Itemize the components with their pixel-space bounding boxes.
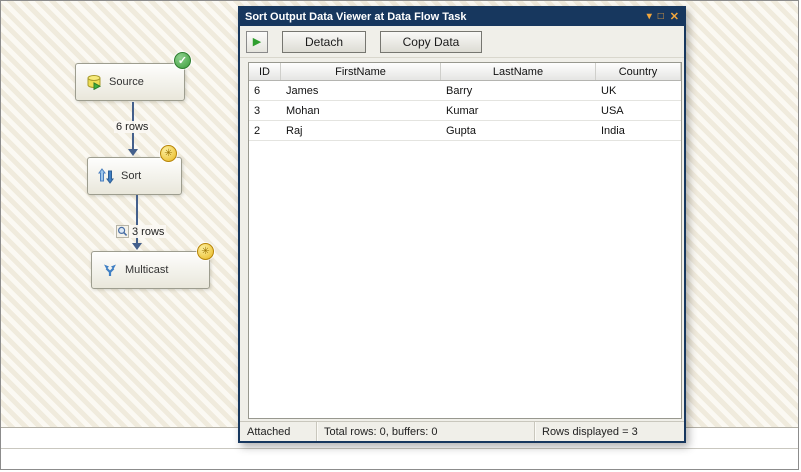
database-source-icon — [86, 74, 102, 90]
pin-chevron-icon[interactable]: ▾ — [647, 8, 652, 26]
component-label: Multicast — [125, 264, 169, 276]
cell-firstname: James — [286, 84, 319, 97]
status-attached: Attached — [247, 425, 291, 438]
table-row[interactable]: 6 James Barry UK — [249, 81, 681, 101]
dialog-statusbar: Attached Total rows: 0, buffers: 0 Rows … — [240, 421, 684, 441]
cell-country: UK — [601, 84, 617, 97]
column-header-id[interactable]: ID — [249, 63, 281, 80]
play-icon: ▶ — [252, 36, 262, 48]
data-grid: ID FirstName LastName Country 6 James Ba… — [248, 62, 682, 419]
data-viewer-magnifier-icon[interactable] — [116, 225, 129, 238]
grid-empty-space — [249, 141, 681, 418]
dialog-titlebar[interactable]: Sort Output Data Viewer at Data Flow Tas… — [240, 8, 684, 26]
status-total-rows: Total rows: 0, buffers: 0 — [316, 422, 534, 441]
cell-country: India — [601, 124, 625, 137]
copy-data-button[interactable]: Copy Data — [380, 30, 482, 53]
column-header-lastname[interactable]: LastName — [441, 63, 596, 80]
table-row[interactable]: 3 Mohan Kumar USA — [249, 101, 681, 121]
cell-id: 3 — [254, 104, 261, 117]
component-label: Sort — [121, 170, 142, 182]
dialog-toolbar: ▶ Detach Copy Data — [240, 26, 684, 58]
table-row[interactable]: 2 Raj Gupta India — [249, 121, 681, 141]
cell-lastname: Gupta — [446, 124, 476, 137]
row-count-label-with-viewer: 3 rows — [114, 225, 167, 238]
dialog-title: Sort Output Data Viewer at Data Flow Tas… — [245, 11, 467, 23]
grid-area: ID FirstName LastName Country 6 James Ba… — [240, 58, 684, 421]
multicast-branch-icon — [102, 262, 118, 278]
cell-id: 2 — [254, 124, 261, 137]
cell-lastname: Barry — [446, 84, 473, 97]
maximize-icon[interactable]: □ — [658, 8, 664, 26]
cell-firstname: Mohan — [286, 104, 320, 117]
status-rows-displayed: Rows displayed = 3 — [534, 422, 684, 441]
cell-lastname: Kumar — [446, 104, 479, 117]
footer-divider — [1, 448, 798, 449]
warning-sun-icon: ✳ — [160, 145, 177, 162]
sort-arrows-icon — [98, 168, 114, 184]
component-label: Source — [109, 76, 144, 88]
close-icon[interactable]: ✕ — [670, 8, 679, 26]
play-button[interactable]: ▶ — [246, 30, 268, 53]
arrowhead-icon — [128, 149, 138, 156]
data-viewer-dialog: Sort Output Data Viewer at Data Flow Tas… — [238, 6, 686, 443]
cell-country: USA — [601, 104, 624, 117]
column-header-country[interactable]: Country — [596, 63, 681, 80]
component-multicast[interactable]: Multicast — [91, 251, 210, 289]
warning-sun-icon: ✳ — [197, 243, 214, 260]
arrowhead-icon — [132, 243, 142, 250]
column-header-firstname[interactable]: FirstName — [281, 63, 441, 80]
grid-header-row: ID FirstName LastName Country — [249, 63, 681, 81]
row-count-label: 6 rows — [114, 121, 151, 133]
ssis-designer-window: Source ✓ 6 rows Sort ✳ 3 rows Multicast … — [0, 0, 799, 470]
component-source[interactable]: Source — [75, 63, 185, 101]
detach-button[interactable]: Detach — [282, 30, 366, 53]
cell-id: 6 — [254, 84, 261, 97]
success-check-icon: ✓ — [174, 52, 191, 69]
component-sort[interactable]: Sort — [87, 157, 182, 195]
cell-firstname: Raj — [286, 124, 303, 137]
